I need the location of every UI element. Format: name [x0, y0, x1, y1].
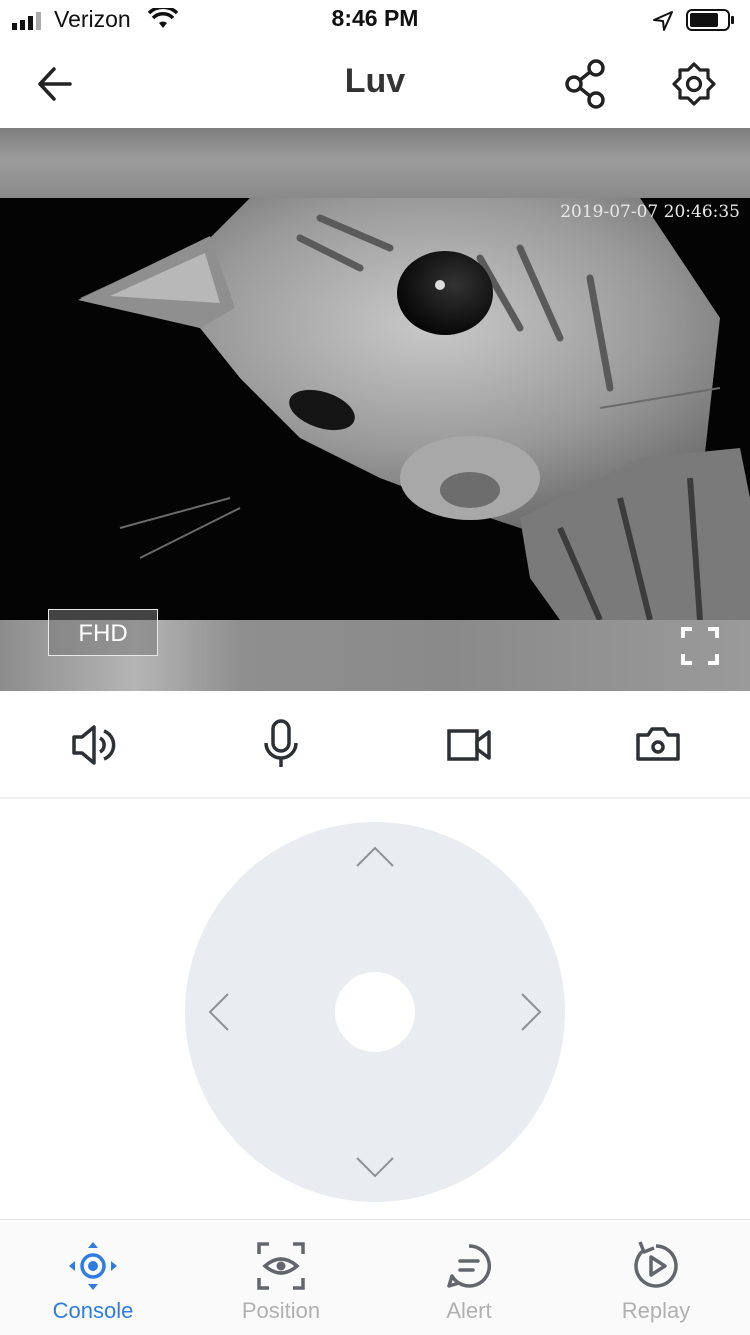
battery-icon	[686, 9, 734, 31]
record-video-icon[interactable]	[441, 717, 497, 773]
pan-up-arrow-icon[interactable]	[353, 838, 397, 882]
settings-gear-icon[interactable]	[668, 56, 720, 112]
tab-position[interactable]: Position	[206, 1240, 356, 1330]
alert-message-icon	[447, 1244, 492, 1288]
cat-video-frame	[0, 198, 750, 620]
location-arrow-icon	[653, 11, 673, 31]
status-bar: Verizon 8:46 PM	[0, 0, 750, 40]
tab-console[interactable]: Console	[18, 1240, 168, 1330]
pan-left-arrow-icon[interactable]	[198, 990, 242, 1034]
live-video-feed[interactable]: 2019-07-07 20:46:35	[0, 198, 750, 620]
pan-right-arrow-icon[interactable]	[508, 990, 552, 1034]
joystick-center-knob[interactable]	[335, 972, 415, 1052]
speaker-icon[interactable]	[64, 717, 120, 773]
video-top-band	[0, 128, 750, 198]
video-quality-button[interactable]: FHD	[48, 609, 158, 656]
microphone-icon[interactable]	[253, 717, 309, 773]
tab-label: Alert	[446, 1298, 492, 1323]
fullscreen-icon[interactable]	[680, 626, 720, 666]
page-title: Luv	[344, 62, 406, 100]
pan-down-arrow-icon[interactable]	[353, 1146, 397, 1190]
tab-label: Console	[52, 1298, 134, 1323]
tab-label: Replay	[621, 1298, 691, 1323]
tab-alert[interactable]: Alert	[394, 1240, 544, 1330]
share-icon[interactable]	[560, 56, 612, 112]
clock-time: 8:46 PM	[331, 5, 419, 31]
tab-label: Position	[241, 1298, 321, 1323]
console-dpad-icon	[69, 1242, 117, 1290]
snapshot-camera-icon[interactable]	[630, 717, 686, 773]
replay-icon	[634, 1241, 678, 1288]
video-timestamp: 2019-07-07 20:46:35	[560, 202, 740, 222]
tab-replay[interactable]: Replay	[581, 1240, 731, 1330]
position-eye-icon	[257, 1242, 305, 1290]
